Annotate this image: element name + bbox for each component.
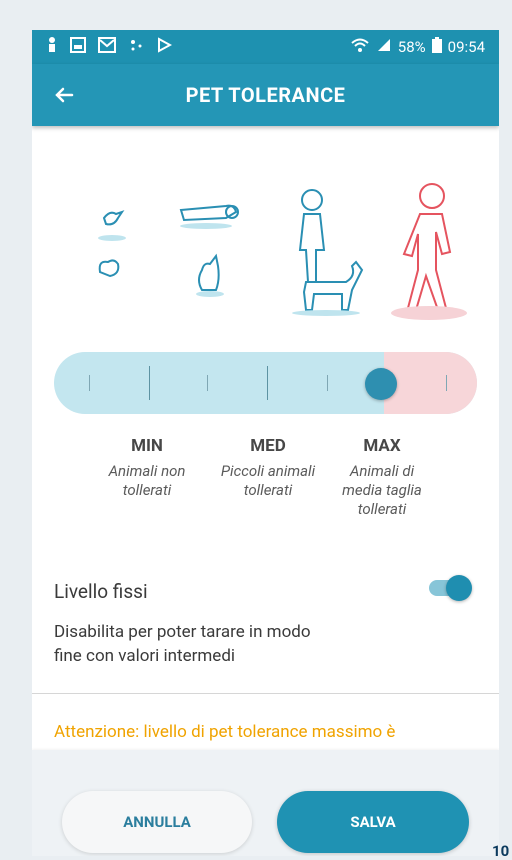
level-med: MED Piccoli animali tollerati — [208, 436, 328, 500]
battery-percent: 58% — [397, 38, 426, 56]
slider-tick — [207, 375, 208, 391]
footer-bar: ANNULLA SALVA — [32, 750, 499, 856]
battery-icon — [431, 37, 442, 57]
walking-person-icon[interactable] — [384, 180, 474, 324]
level-min: MIN Animali non tollerati — [87, 436, 207, 500]
level-max: MAX Animali di media taglia tollerati — [322, 436, 442, 519]
fixed-levels-label: Livello fissi — [54, 580, 148, 603]
clock: 09:54 — [447, 38, 485, 56]
person-with-dog-icon[interactable] — [286, 186, 366, 320]
app-bar: PET TOLERANCE — [32, 64, 499, 126]
level-label: MED — [250, 436, 286, 456]
cancel-button[interactable]: ANNULLA — [62, 791, 252, 853]
level-label: MAX — [363, 436, 401, 456]
toggle-thumb[interactable] — [446, 575, 472, 601]
phone-screen: 58% 09:54 PET TOLERANCE MIN Animali non … — [32, 30, 499, 856]
gallery-icon — [70, 37, 86, 57]
wifi-icon — [350, 37, 370, 57]
divider — [32, 693, 499, 694]
save-button[interactable]: SALVA — [277, 791, 469, 853]
slider-tick — [327, 375, 328, 391]
cat-and-lying-person-icon[interactable] — [176, 190, 246, 314]
fixed-levels-description: Disabilita per poter tarare in modo fine… — [54, 622, 311, 666]
slider-tick — [267, 366, 268, 400]
slider-tick — [89, 375, 90, 391]
person-icon — [46, 36, 58, 58]
level-description: Animali di media taglia tollerati — [342, 462, 422, 518]
page-number: 10 — [492, 842, 510, 860]
warning-text: Attenzione: livello di pet tolerance mas… — [54, 722, 396, 742]
play-icon — [156, 37, 173, 57]
slider-tick — [149, 366, 150, 400]
level-label: MIN — [131, 436, 163, 456]
signal-icon — [376, 37, 392, 57]
slider-thumb[interactable] — [365, 368, 397, 400]
level-description: Animali non tollerati — [108, 462, 186, 499]
status-bar: 58% 09:54 — [32, 30, 499, 64]
slider-tick — [446, 375, 447, 391]
mail-icon — [98, 37, 116, 57]
page-title: PET TOLERANCE — [185, 83, 346, 107]
bird-and-small-pet-icon[interactable] — [84, 200, 144, 304]
dots-icon — [128, 37, 144, 57]
level-description: Piccoli animali tollerati — [220, 462, 316, 499]
pet-tolerance-slider[interactable] — [54, 352, 477, 414]
max-zone — [384, 352, 477, 414]
